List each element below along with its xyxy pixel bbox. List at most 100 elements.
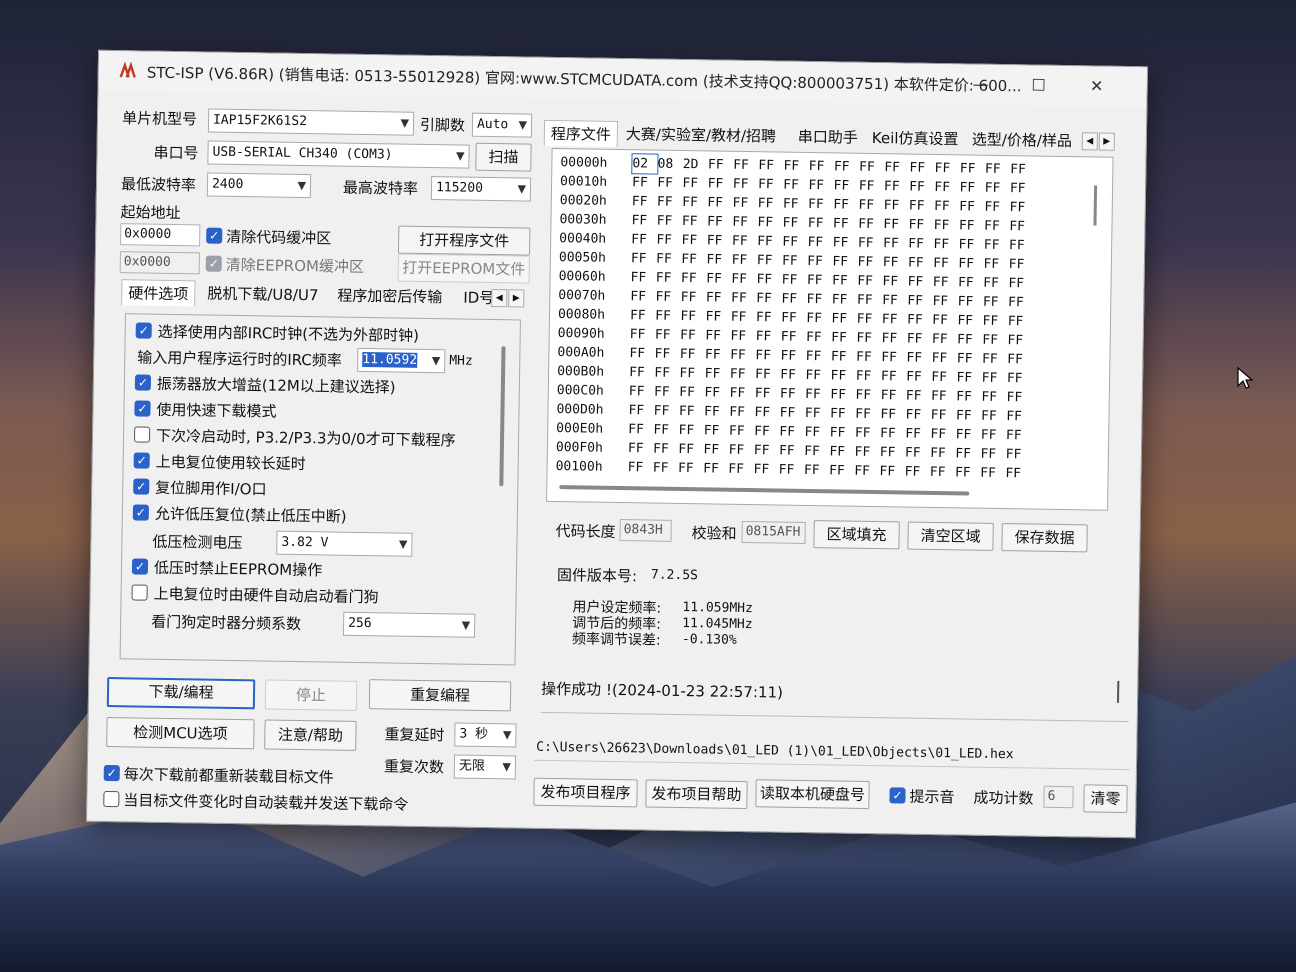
hex-byte-cell[interactable]: FF <box>782 233 807 252</box>
hex-byte-cell[interactable]: FF <box>1006 407 1031 426</box>
hex-byte-cell[interactable]: FF <box>881 367 906 386</box>
open-program-file-button[interactable]: 打开程序文件 <box>397 225 531 256</box>
hex-byte-cell[interactable]: FF <box>881 386 906 405</box>
minimize-button[interactable]: — <box>960 70 1000 99</box>
hex-byte-cell[interactable]: FF <box>1007 369 1032 388</box>
hex-byte-cell[interactable]: FF <box>653 440 678 459</box>
hex-byte-cell[interactable]: FF <box>657 193 682 212</box>
tab-serial-assistant[interactable]: 串口助手 <box>792 124 864 151</box>
hex-byte-cell[interactable]: FF <box>630 287 655 306</box>
hex-byte-cell[interactable]: FF <box>654 345 679 364</box>
hex-byte-cell[interactable]: FF <box>981 407 1006 426</box>
hex-byte-cell[interactable]: FF <box>654 383 679 402</box>
hex-byte-cell[interactable]: FF <box>982 312 1007 331</box>
hex-byte-cell[interactable]: FF <box>779 404 804 423</box>
hex-byte-cell[interactable]: FF <box>833 176 858 195</box>
hex-byte-cell[interactable]: FF <box>833 195 858 214</box>
hex-byte-cell[interactable]: FF <box>733 175 758 194</box>
hex-byte-cell[interactable]: FF <box>756 308 781 327</box>
hex-byte-cell[interactable]: FF <box>909 178 934 197</box>
hex-byte-cell[interactable]: FF <box>780 385 805 404</box>
hex-byte-cell[interactable]: FF <box>956 387 981 406</box>
hex-byte-cell[interactable]: FF <box>679 364 704 383</box>
hex-byte-cell[interactable]: FF <box>856 348 881 367</box>
hex-byte-cell[interactable]: FF <box>706 288 731 307</box>
hex-byte-cell[interactable]: FF <box>883 234 908 253</box>
hex-byte-cell[interactable]: FF <box>631 230 656 249</box>
hex-byte-cell[interactable]: FF <box>931 349 956 368</box>
hex-byte-cell[interactable]: FF <box>930 425 955 444</box>
hex-byte-cell[interactable]: FF <box>733 156 758 175</box>
hex-byte-cell[interactable]: FF <box>781 328 806 347</box>
hex-byte-cell[interactable]: FF <box>858 196 883 215</box>
save-data-button[interactable]: 保存数据 <box>1001 523 1088 553</box>
read-disk-id-button[interactable]: 读取本机硬盘号 <box>755 779 870 810</box>
publish-program-button[interactable]: 发布项目程序 <box>533 777 638 808</box>
hex-byte-cell[interactable]: FF <box>804 423 829 442</box>
notes-help-button[interactable]: 注意/帮助 <box>264 719 357 751</box>
hex-byte-cell[interactable]: FF <box>628 439 653 458</box>
hex-byte-cell[interactable]: FF <box>654 364 679 383</box>
hex-byte-cell[interactable]: FF <box>908 254 933 273</box>
hex-byte-cell[interactable]: FF <box>706 250 731 269</box>
hex-byte-cell[interactable]: FF <box>629 382 654 401</box>
title-bar[interactable]: STC-ISP (V6.86R) (销售电话: 0513-55012928) 官… <box>98 50 1147 108</box>
hex-byte-cell[interactable]: FF <box>628 420 653 439</box>
hex-byte-cell[interactable]: FF <box>1006 388 1031 407</box>
hex-byte-cell[interactable]: FF <box>708 174 733 193</box>
hex-byte-cell[interactable]: FF <box>627 458 652 477</box>
hex-byte-cell[interactable]: FF <box>781 309 806 328</box>
hex-byte-cell[interactable]: FF <box>958 254 983 273</box>
hex-byte-cell[interactable]: FF <box>704 383 729 402</box>
hex-byte-cell[interactable]: FF <box>1009 198 1034 217</box>
hex-byte-cell[interactable]: FF <box>807 271 832 290</box>
hex-byte-cell[interactable]: FF <box>1006 445 1031 464</box>
hex-byte-cell[interactable]: FF <box>705 307 730 326</box>
hex-byte-cell[interactable]: FF <box>957 330 982 349</box>
hex-byte-cell[interactable]: FF <box>708 155 733 174</box>
hex-byte-cell[interactable]: FF <box>732 213 757 232</box>
hex-byte-cell[interactable]: FF <box>830 385 855 404</box>
hex-byte-cell[interactable]: FF <box>985 160 1010 179</box>
area-fill-button[interactable]: 区域填充 <box>813 520 900 550</box>
hex-byte-cell[interactable]: FF <box>957 349 982 368</box>
hex-byte-cell[interactable]: FF <box>832 252 857 271</box>
hex-byte-cell[interactable]: FF <box>955 425 980 444</box>
hex-byte-cell[interactable]: FF <box>630 268 655 287</box>
hex-byte-cell[interactable]: FF <box>984 217 1009 236</box>
internal-irc-checkbox[interactable]: ✓ <box>135 322 152 339</box>
hex-byte-cell[interactable]: FF <box>755 365 780 384</box>
hex-byte-cell[interactable]: FF <box>981 426 1006 445</box>
hex-byte-cell[interactable]: FF <box>881 348 906 367</box>
hex-byte-cell[interactable]: FF <box>959 216 984 235</box>
hex-byte-cell[interactable]: FF <box>832 271 857 290</box>
hex-byte-cell[interactable]: FF <box>707 231 732 250</box>
serial-port-select[interactable]: USB-SERIAL CH340 (COM3) ▼ <box>207 140 470 169</box>
hex-byte-cell[interactable]: FF <box>681 288 706 307</box>
hex-byte-cell[interactable]: 08 <box>657 155 682 174</box>
hex-byte-cell[interactable]: FF <box>680 345 705 364</box>
hex-byte-cell[interactable]: FF <box>781 290 806 309</box>
hex-byte-cell[interactable]: FF <box>934 197 959 216</box>
options-scrollbar[interactable] <box>499 346 506 487</box>
hex-byte-cell[interactable]: FF <box>907 273 932 292</box>
hex-byte-cell[interactable]: FF <box>829 461 854 480</box>
hex-byte-cell[interactable]: FF <box>655 288 680 307</box>
auto-send-checkbox[interactable] <box>103 790 120 808</box>
maximize-button[interactable]: ☐ <box>1018 71 1058 100</box>
hex-byte-cell[interactable]: FF <box>780 366 805 385</box>
hex-byte-cell[interactable]: FF <box>983 274 1008 293</box>
hex-byte-cell[interactable]: FF <box>680 307 705 326</box>
hex-byte-cell[interactable]: FF <box>783 176 808 195</box>
auto-watchdog-checkbox[interactable] <box>131 584 148 601</box>
hex-byte-cell[interactable]: FF <box>980 464 1005 483</box>
hex-byte-cell[interactable]: FF <box>729 441 754 460</box>
hex-byte-cell[interactable]: FF <box>906 368 931 387</box>
hex-byte-cell[interactable]: FF <box>959 197 984 216</box>
repeat-delay-select[interactable]: 3 秒 ▼ <box>454 722 517 748</box>
hex-byte-cell[interactable]: FF <box>905 425 930 444</box>
hex-byte-cell[interactable]: FF <box>831 347 856 366</box>
hex-byte-cell[interactable]: FF <box>679 383 704 402</box>
hex-byte-cell[interactable]: FF <box>732 194 757 213</box>
hex-byte-cell[interactable]: FF <box>907 292 932 311</box>
